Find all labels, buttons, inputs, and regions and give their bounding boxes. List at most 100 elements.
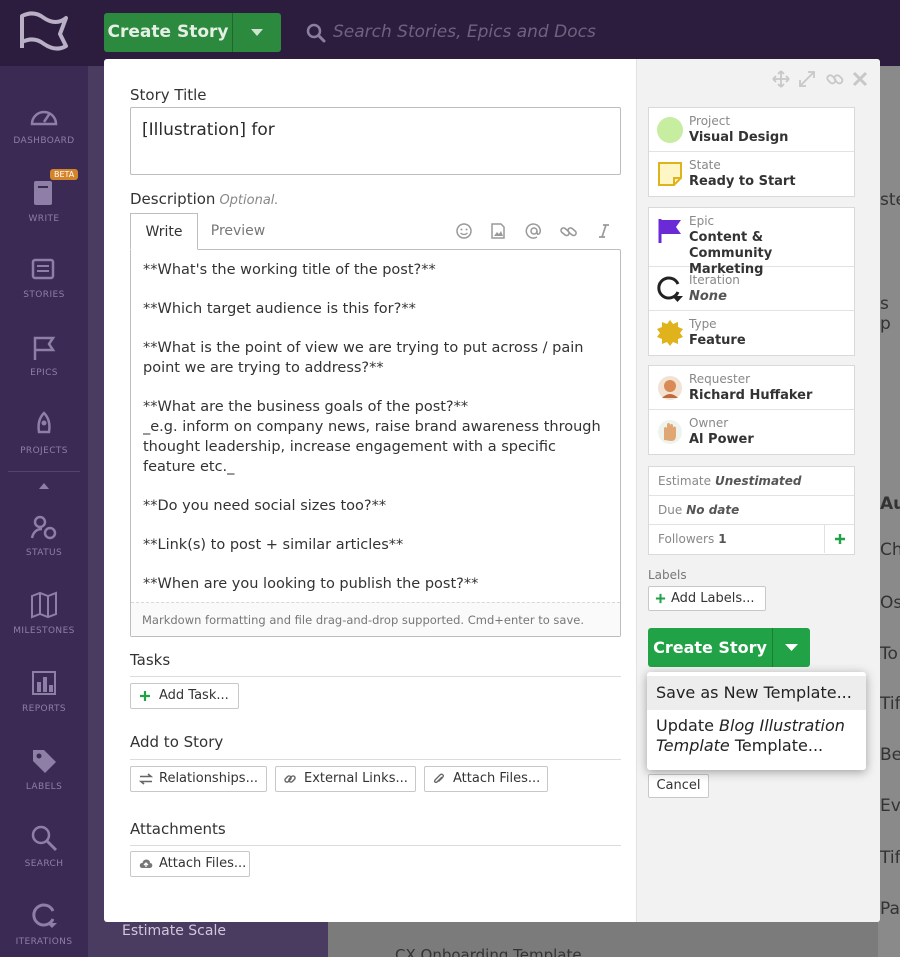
state-unstarted-icon (658, 162, 682, 186)
update-prefix: Update (656, 716, 714, 735)
sidebar-item-epics[interactable]: EPICS (0, 334, 88, 404)
background-cell: Be (880, 745, 900, 765)
people-card: Requester Richard Huffaker Owner Al Powe… (648, 365, 855, 455)
relationships-button[interactable]: Relationships... (130, 766, 267, 792)
sidebar-label: LABELS (25, 782, 63, 792)
top-search[interactable]: Search Stories, Epics and Docs (305, 20, 665, 46)
add-task-button[interactable]: Add Task... (130, 683, 239, 709)
tab-preview[interactable]: Preview (198, 213, 278, 250)
epic-flag-icon (658, 219, 681, 243)
attach-files-label: Attach Files... (453, 771, 541, 786)
top-bar: Create Story Search Stories, Epics and D… (0, 0, 900, 66)
project-field[interactable]: Project Visual Design (649, 108, 854, 152)
plus-icon (140, 691, 150, 701)
paperclip-icon (433, 773, 444, 784)
tasks-label: Tasks (130, 651, 171, 669)
add-follower-button[interactable] (824, 525, 854, 553)
epic-field[interactable]: Epic Content & Community Marketing (649, 208, 854, 277)
description-line: **Link(s) to post + similar articles** (143, 537, 404, 553)
sidebar-item-milestones[interactable]: MILESTONES (0, 590, 88, 660)
description-editor[interactable]: **What's the working title of the post?*… (130, 249, 621, 637)
followers-key: Followers (658, 532, 715, 546)
story-title-input[interactable]: [Illustration] for (130, 107, 621, 175)
top-create-story-button[interactable]: Create Story (104, 13, 281, 52)
description-line: **Which target audience is this for?** (143, 301, 416, 317)
shortcut-logo-icon[interactable] (14, 8, 72, 56)
type-key: Type (689, 317, 717, 331)
project-value: Visual Design (689, 130, 789, 145)
italic-icon[interactable] (595, 222, 613, 240)
link-icon[interactable] (560, 222, 578, 240)
type-field[interactable]: Type Feature (649, 311, 854, 355)
sidebar-item-dashboard[interactable]: DASHBOARD (0, 102, 88, 172)
cancel-button[interactable]: Cancel (648, 774, 709, 798)
close-icon[interactable] (851, 70, 869, 88)
expand-icon[interactable] (798, 70, 816, 88)
sidebar-item-status[interactable]: STATUS (0, 512, 88, 582)
plus-icon (655, 593, 666, 604)
epic-iteration-type-card: Epic Content & Community Marketing Itera… (648, 207, 855, 356)
sidebar-item-write[interactable]: WRITE (0, 178, 88, 248)
relationships-label: Relationships... (159, 771, 258, 786)
cloud-upload-icon (139, 859, 153, 868)
background-cell: Ev (880, 796, 900, 816)
background-cell: Au (880, 494, 900, 514)
tab-write[interactable]: Write (130, 213, 198, 250)
iteration-icon (657, 276, 683, 302)
mention-icon[interactable] (525, 222, 543, 240)
owner-field[interactable]: Owner Al Power (649, 410, 854, 454)
relationships-icon (139, 773, 153, 785)
external-links-button[interactable]: External Links... (275, 766, 416, 792)
followers-field[interactable]: Followers 1 (649, 525, 854, 554)
link-icon (284, 775, 296, 783)
sidebar-item-projects[interactable]: PROJECTS (0, 410, 88, 480)
sidebar-label: EPICS (30, 368, 58, 378)
sidebar-item-search[interactable]: SEARCH (0, 823, 88, 893)
create-story-button[interactable]: Create Story (648, 628, 810, 667)
collapse-up-icon[interactable] (38, 482, 50, 490)
description-line: **When are you looking to publish the po… (143, 576, 479, 592)
search-icon (306, 23, 326, 43)
template-name-part-1: Blog Illustration (719, 716, 845, 735)
sidebar-label: STORIES (23, 290, 65, 300)
create-story-modal: Story Title [Illustration] for Descripti… (104, 59, 880, 922)
attachments-divider (130, 845, 621, 846)
due-field[interactable]: Due No date (649, 496, 854, 525)
add-labels-button[interactable]: Add Labels... (648, 586, 766, 611)
menu-item-update-template[interactable]: Update Blog Illustration Template Templa… (647, 716, 866, 756)
state-field[interactable]: State Ready to Start (649, 152, 854, 196)
attach-files-button[interactable]: Attach Files... (424, 766, 548, 792)
sidebar-item-iterations[interactable]: ITERATIONS (0, 901, 88, 957)
description-text[interactable]: **What's the working title of the post?*… (143, 260, 608, 598)
write-icon (34, 181, 52, 205)
iteration-field[interactable]: Iteration None (649, 267, 854, 311)
emoji-icon[interactable] (455, 222, 473, 240)
top-create-caret-icon[interactable] (233, 13, 281, 52)
story-title-label: Story Title (130, 86, 207, 104)
requester-field[interactable]: Requester Richard Huffaker (649, 366, 854, 410)
sidebar-label: PROJECTS (20, 446, 68, 456)
image-icon[interactable] (489, 222, 507, 240)
project-state-card: Project Visual Design State Ready to Sta… (648, 107, 855, 197)
background-estimate-scale: Estimate Scale (122, 923, 226, 939)
background-cell: Ch (880, 540, 900, 560)
owner-avatar (658, 420, 682, 444)
move-icon[interactable] (772, 70, 790, 88)
background-bottom-text: CX Onboarding Template (395, 946, 582, 957)
iterations-icon (32, 903, 57, 928)
sidebar: DASHBOARD WRITE BETA STORIES EPICS PROJE… (0, 66, 88, 957)
sidebar-item-labels[interactable]: LABELS (0, 746, 88, 816)
sidebar-item-reports[interactable]: REPORTS (0, 668, 88, 738)
sidebar-item-stories[interactable]: STORIES (0, 256, 88, 326)
due-text: Due No date (658, 503, 739, 517)
type-value: Feature (689, 333, 746, 348)
menu-item-save-as-template[interactable]: Save as New Template... (647, 676, 866, 710)
search-placeholder: Search Stories, Epics and Docs (333, 22, 596, 42)
projects-icon (37, 411, 51, 434)
estimate-field[interactable]: Estimate Unestimated (649, 467, 854, 496)
create-story-caret-icon[interactable] (773, 628, 810, 667)
attach-files-button-2[interactable]: Attach Files... (130, 851, 250, 877)
link-icon[interactable] (826, 70, 844, 88)
description-line: **Do you need social sizes too?** (143, 498, 387, 514)
sidebar-divider (8, 471, 80, 472)
